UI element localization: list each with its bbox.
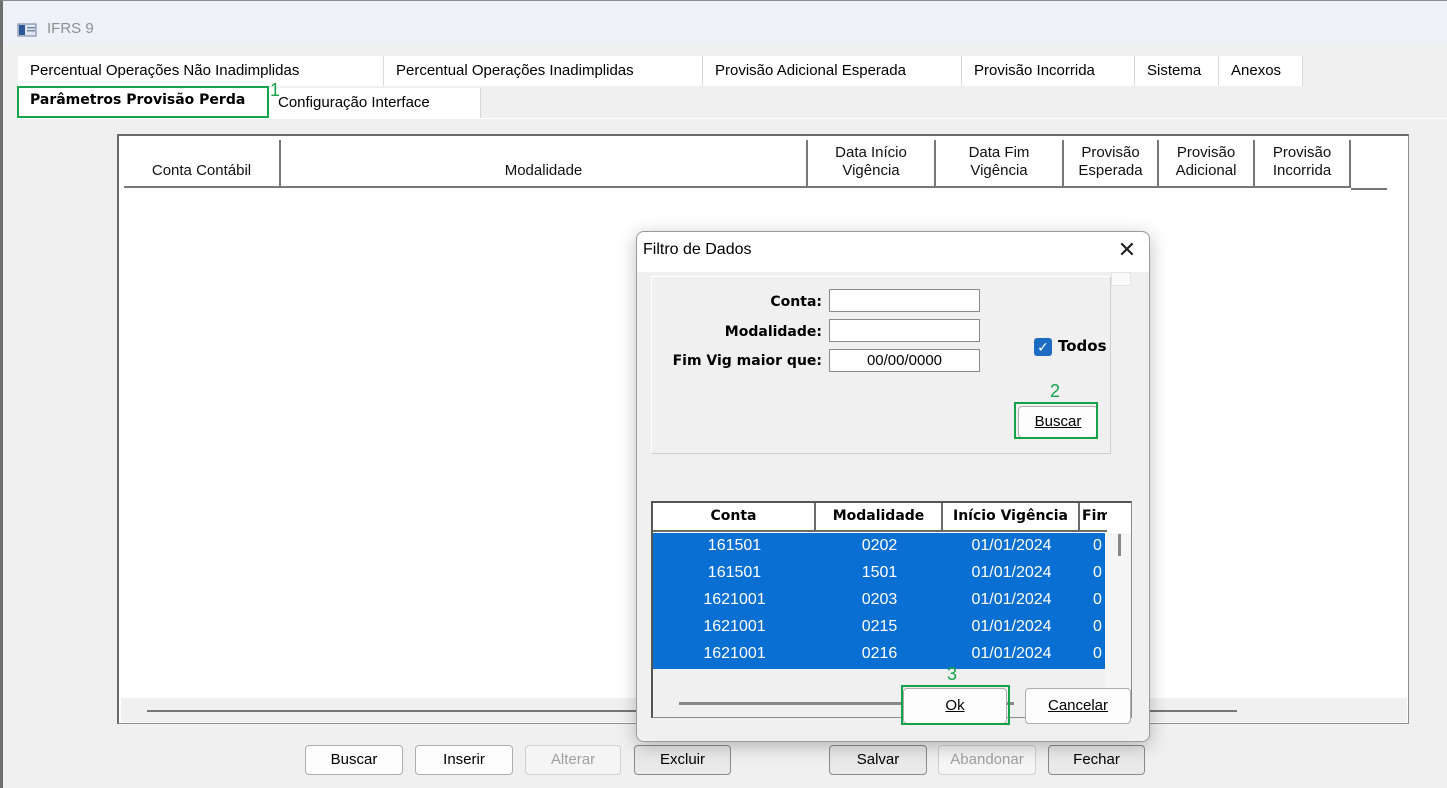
annotation-step-1: 1: [270, 80, 281, 100]
column-header-modalidade[interactable]: Modalidade: [281, 140, 808, 188]
window-title: IFRS 9: [47, 20, 94, 37]
column-header-provisao-esperada[interactable]: Provisão Esperada: [1064, 140, 1159, 188]
table-row[interactable]: 1621001 0215 01/01/2024 0: [653, 614, 1105, 641]
tab-anexos[interactable]: Anexos: [1219, 56, 1303, 86]
modalidade-input[interactable]: [829, 319, 980, 342]
results-header-modalidade[interactable]: Modalidade: [816, 503, 943, 532]
tab-percentual-nao-inadimplidas[interactable]: Percentual Operações Não Inadimplidas: [18, 56, 384, 86]
highlight-step-1: [17, 86, 269, 118]
results-header-inicio-vigencia[interactable]: Início Vigência: [943, 503, 1080, 532]
fim-vig-input[interactable]: 00/00/0000: [829, 349, 980, 372]
tab-configuracao-interface[interactable]: Configuração Interface: [268, 88, 481, 118]
close-icon[interactable]: ✕: [1113, 237, 1141, 263]
cell-fim: 0: [1093, 618, 1102, 635]
cell-inicio-vigencia: 01/01/2024: [971, 591, 1052, 608]
alterar-button[interactable]: Alterar: [525, 745, 621, 775]
annotation-step-3: 3: [947, 664, 958, 684]
results-vertical-scroll-thumb[interactable]: [1118, 534, 1121, 556]
title-bar: [3, 1, 1447, 45]
header-divider: [1351, 188, 1387, 190]
table-row[interactable]: 1621001 0216 01/01/2024 0: [653, 641, 1105, 668]
excluir-button[interactable]: Excluir: [634, 745, 731, 775]
annotation-step-2: 2: [1050, 381, 1061, 401]
todos-checkbox[interactable]: ✓: [1034, 338, 1052, 356]
table-row[interactable]: 1621001 0203 01/01/2024 0: [653, 587, 1105, 614]
buscar-button[interactable]: Buscar: [305, 745, 403, 775]
dialog-body: Conta: Modalidade: Fim Vig maior que: 00…: [637, 272, 1149, 741]
highlight-step-2: [1014, 402, 1098, 439]
table-row[interactable]: 161501 0202 01/01/2024 0: [653, 533, 1105, 560]
cell-inicio-vigencia: 01/01/2024: [971, 537, 1052, 554]
fechar-button[interactable]: Fechar: [1048, 745, 1145, 775]
cell-conta: 1621001: [703, 618, 766, 635]
cell-fim: 0: [1093, 537, 1102, 554]
tab-provisao-incorrida[interactable]: Provisão Incorrida: [962, 56, 1135, 86]
tab-percentual-inadimplidas[interactable]: Percentual Operações Inadimplidas: [384, 56, 703, 86]
table-row[interactable]: 161501 1501 01/01/2024 0: [653, 560, 1105, 587]
cell-conta: 1621001: [703, 591, 766, 608]
cell-modalidade: 0202: [861, 537, 898, 554]
cell-conta: 161501: [707, 564, 762, 581]
abandonar-button[interactable]: Abandonar: [938, 745, 1036, 775]
salvar-button[interactable]: Salvar: [829, 745, 927, 775]
column-header-data-fim-vigencia[interactable]: Data Fim Vigência: [936, 140, 1064, 188]
highlight-step-3: [901, 685, 1010, 725]
conta-label: Conta:: [770, 294, 822, 310]
cell-modalidade: 1501: [861, 564, 898, 581]
todos-label: Todos: [1058, 337, 1107, 355]
cell-conta: 161501: [707, 537, 762, 554]
filter-panel-strip: [1111, 272, 1131, 286]
results-header-fim[interactable]: Fim: [1080, 503, 1107, 532]
column-header-conta-contabil[interactable]: Conta Contábil: [124, 140, 281, 188]
fim-vig-label: Fim Vig maior que:: [672, 353, 822, 369]
column-header-provisao-adicional[interactable]: Provisão Adicional: [1159, 140, 1255, 188]
cell-modalidade: 0203: [861, 591, 898, 608]
cell-modalidade: 0216: [861, 645, 898, 662]
app-window-icon: [17, 22, 39, 38]
cell-fim: 0: [1093, 645, 1102, 662]
column-header-provisao-incorrida[interactable]: Provisão Incorrida: [1255, 140, 1351, 188]
dialog-title: Filtro de Dados: [643, 241, 752, 258]
filtro-dialog: Filtro de Dados ✕ Conta: Modalidade: Fim…: [636, 231, 1150, 742]
cell-modalidade: 0215: [861, 618, 898, 635]
cell-inicio-vigencia: 01/01/2024: [971, 564, 1052, 581]
cell-conta: 1621001: [703, 645, 766, 662]
cell-fim: 0: [1093, 591, 1102, 608]
cancelar-button[interactable]: Cancelar: [1025, 688, 1131, 724]
tab-provisao-adicional-esperada[interactable]: Provisão Adicional Esperada: [703, 56, 962, 86]
column-header-data-inicio-vigencia[interactable]: Data Início Vigência: [808, 140, 936, 188]
cell-inicio-vigencia: 01/01/2024: [971, 618, 1052, 635]
tab-sistema[interactable]: Sistema: [1135, 56, 1219, 86]
results-rows: 161501 0202 01/01/2024 0 161501 1501 01/…: [653, 533, 1105, 669]
cell-fim: 0: [1093, 564, 1102, 581]
inserir-button[interactable]: Inserir: [415, 745, 513, 775]
modalidade-label: Modalidade:: [724, 324, 822, 340]
results-header-conta[interactable]: Conta: [653, 503, 816, 532]
conta-input[interactable]: [829, 289, 980, 312]
results-grid[interactable]: Conta Modalidade Início Vigência Fim 161…: [651, 501, 1132, 718]
cell-inicio-vigencia: 01/01/2024: [971, 645, 1052, 662]
